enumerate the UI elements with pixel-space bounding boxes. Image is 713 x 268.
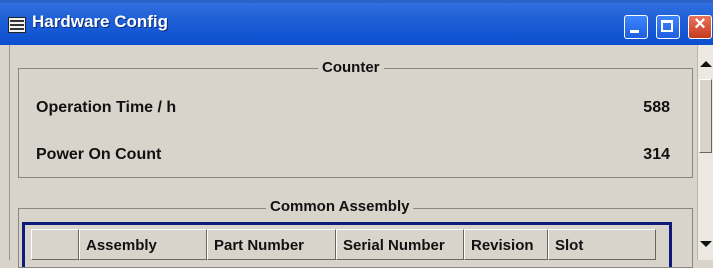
column-header-slot[interactable]: Slot [548, 229, 656, 260]
power-on-count-label: Power On Count [36, 146, 162, 163]
scrollbar-thumb[interactable] [699, 79, 712, 153]
close-button[interactable]: × [688, 13, 712, 39]
close-icon: × [694, 13, 706, 35]
maximize-button[interactable] [656, 15, 680, 39]
column-header-serial-number[interactable]: Serial Number [336, 229, 464, 260]
vertical-scrollbar[interactable] [697, 45, 713, 260]
column-header-assembly[interactable]: Assembly [79, 229, 207, 260]
power-on-count-value: 314 [643, 146, 670, 163]
column-header-revision[interactable]: Revision [464, 229, 548, 260]
minimize-button[interactable] [624, 15, 648, 39]
operation-time-value: 588 [643, 99, 670, 116]
hardware-config-app-icon [8, 17, 26, 33]
window-title: Hardware Config [32, 12, 169, 31]
column-header-part-number[interactable]: Part Number [207, 229, 336, 260]
title-bar[interactable]: Hardware Config × [0, 0, 713, 45]
counter-group-title: Counter [318, 59, 384, 76]
column-header-blank[interactable] [31, 229, 79, 260]
operation-time-label: Operation Time / h [36, 99, 177, 116]
scroll-down-arrow-icon[interactable] [700, 241, 712, 247]
common-assembly-group-title: Common Assembly [266, 198, 414, 215]
scroll-up-arrow-icon[interactable] [700, 61, 712, 67]
